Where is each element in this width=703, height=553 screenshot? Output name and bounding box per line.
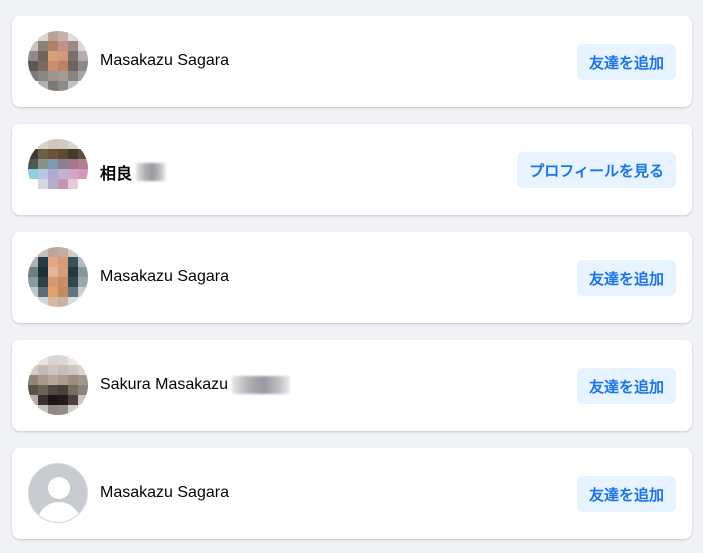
name-text[interactable]: Masakazu Sagara — [100, 52, 229, 70]
search-results-list: Masakazu Sagara 友達を追加 相良 プロフィールを見る Masak… — [0, 0, 703, 553]
avatar-body-shape — [37, 502, 81, 522]
result-card: Masakazu Sagara 友達を追加 — [12, 232, 692, 323]
blurred-name-segment — [232, 376, 291, 394]
person-name[interactable]: 相良 — [100, 160, 167, 184]
blurred-name-segment — [136, 163, 167, 181]
add-friend-button[interactable]: 友達を追加 — [576, 44, 676, 80]
avatar-head-shape — [48, 477, 70, 499]
avatar[interactable] — [28, 139, 88, 199]
result-card: 相良 プロフィールを見る — [12, 124, 692, 215]
name-text[interactable]: Masakazu Sagara — [100, 268, 229, 286]
add-friend-button[interactable]: 友達を追加 — [576, 260, 676, 296]
person-name[interactable]: Masakazu Sagara — [100, 268, 229, 286]
view-profile-button[interactable]: プロフィールを見る — [517, 152, 676, 188]
avatar[interactable] — [28, 355, 88, 415]
person-name[interactable]: Masakazu Sagara — [100, 52, 229, 70]
name-text[interactable]: Sakura Masakazu — [100, 376, 228, 394]
result-card: Masakazu Sagara 友達を追加 — [12, 448, 692, 539]
person-name[interactable]: Masakazu Sagara — [100, 484, 229, 502]
name-text[interactable]: 相良 — [100, 160, 132, 184]
default-avatar-icon[interactable] — [28, 463, 88, 523]
name-text[interactable]: Masakazu Sagara — [100, 484, 229, 502]
result-card: Masakazu Sagara 友達を追加 — [12, 16, 692, 107]
result-card: Sakura Masakazu 友達を追加 — [12, 340, 692, 431]
add-friend-button[interactable]: 友達を追加 — [576, 476, 676, 512]
person-name[interactable]: Sakura Masakazu — [100, 376, 291, 394]
avatar[interactable] — [28, 31, 88, 91]
add-friend-button[interactable]: 友達を追加 — [576, 368, 676, 404]
avatar[interactable] — [28, 247, 88, 307]
